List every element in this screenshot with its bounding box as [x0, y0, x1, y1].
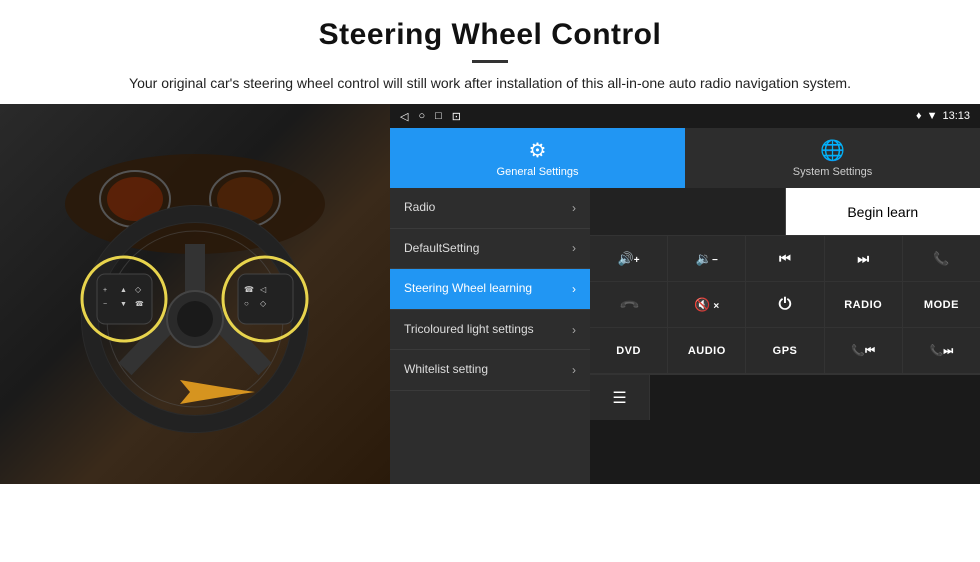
gps-label: GPS: [773, 345, 798, 357]
menu-item-radio[interactable]: Radio ›: [390, 188, 590, 229]
vol-down-icon: 🔉−: [696, 251, 718, 267]
phone-next-button[interactable]: 📞⏭: [903, 328, 980, 373]
dvd-label: DVD: [616, 345, 641, 357]
status-bar-right: ♦ ▼ 13:13: [916, 110, 970, 122]
car-image-panel: + − ▲ ▼ ◇ ☎ ☎ ◁ ○ ◇: [0, 104, 390, 484]
tab-system-label: System Settings: [793, 166, 872, 178]
menu-list: Radio › DefaultSetting › Steering Wheel …: [390, 188, 590, 484]
power-button[interactable]: ⏻: [746, 282, 824, 327]
page-title: Steering Wheel Control: [60, 18, 920, 52]
svg-text:▲: ▲: [120, 287, 127, 294]
dvd-button[interactable]: DVD: [590, 328, 668, 373]
tab-bar: ⚙ General Settings 🌐 System Settings: [390, 128, 980, 188]
content-area: Radio › DefaultSetting › Steering Wheel …: [390, 188, 980, 484]
phone-prev-icon: 📞⏮: [851, 344, 875, 358]
signal-icon: ▼: [927, 110, 938, 122]
location-icon: ♦: [916, 110, 922, 122]
phone-icon: 📞: [933, 251, 949, 267]
chevron-icon-tricoloured: ›: [572, 323, 576, 337]
prev-track-icon: ⏮: [779, 251, 791, 267]
svg-text:☎: ☎: [135, 300, 144, 308]
chevron-icon-steering: ›: [572, 282, 576, 296]
menu-item-steering-label: Steering Wheel learning: [404, 281, 567, 297]
power-icon: ⏻: [779, 296, 792, 314]
nav-home-icon[interactable]: ○: [418, 110, 425, 122]
control-panel: Begin learn 🔊+ 🔉− ⏮: [590, 188, 980, 484]
mode-button[interactable]: MODE: [903, 282, 980, 327]
hang-up-icon: 📞: [617, 293, 640, 316]
main-content: + − ▲ ▼ ◇ ☎ ☎ ◁ ○ ◇: [0, 104, 980, 484]
vol-up-icon: 🔊+: [618, 251, 640, 267]
menu-item-default-label: DefaultSetting: [404, 241, 567, 257]
menu-item-radio-label: Radio: [404, 200, 567, 216]
control-row-2: 📞 🔇 × ⏻ RADIO MODE: [590, 282, 980, 328]
general-settings-icon: ⚙: [529, 138, 547, 163]
list-icon-button[interactable]: ☰: [590, 375, 650, 420]
menu-item-whitelist-label: Whitelist setting: [404, 362, 567, 378]
mute-icon: 🔇 ×: [694, 297, 719, 313]
svg-text:▼: ▼: [120, 301, 127, 308]
begin-learn-row: Begin learn: [590, 188, 980, 236]
phone-prev-button[interactable]: 📞⏮: [825, 328, 903, 373]
gps-button[interactable]: GPS: [746, 328, 824, 373]
phone-next-icon: 📞⏭: [930, 344, 954, 358]
chevron-icon-radio: ›: [572, 201, 576, 215]
svg-text:◇: ◇: [135, 285, 142, 294]
tab-system-settings[interactable]: 🌐 System Settings: [685, 128, 980, 188]
audio-label: AUDIO: [688, 345, 726, 357]
svg-text:+: +: [103, 287, 107, 294]
nav-recents-icon[interactable]: □: [435, 110, 442, 122]
mode-label: MODE: [924, 299, 959, 311]
steering-wheel-svg: + − ▲ ▼ ◇ ☎ ☎ ◁ ○ ◇: [45, 144, 345, 444]
page-subtitle: Your original car's steering wheel contr…: [60, 73, 920, 94]
audio-button[interactable]: AUDIO: [668, 328, 746, 373]
status-bar-left: ◁ ○ □ ⊡: [400, 110, 461, 123]
svg-text:−: −: [103, 301, 107, 308]
svg-text:○: ○: [244, 299, 249, 308]
nav-back-icon[interactable]: ◁: [400, 110, 408, 123]
bottom-icon-row: ☰: [590, 374, 980, 420]
menu-item-default-setting[interactable]: DefaultSetting ›: [390, 229, 590, 270]
system-settings-icon: 🌐: [820, 138, 845, 163]
control-row-1: 🔊+ 🔉− ⏮ ⏭ 📞: [590, 236, 980, 282]
hang-up-button[interactable]: 📞: [590, 282, 668, 327]
tab-general-settings[interactable]: ⚙ General Settings: [390, 128, 685, 188]
page-wrapper: Steering Wheel Control Your original car…: [0, 0, 980, 562]
svg-text:◇: ◇: [260, 299, 267, 308]
menu-item-tricoloured[interactable]: Tricoloured light settings ›: [390, 310, 590, 351]
status-bar: ◁ ○ □ ⊡ ♦ ▼ 13:13: [390, 104, 980, 128]
phone-answer-button[interactable]: 📞: [903, 236, 980, 281]
menu-item-tricoloured-label: Tricoloured light settings: [404, 322, 567, 338]
vol-down-button[interactable]: 🔉−: [668, 236, 746, 281]
chevron-icon-whitelist: ›: [572, 363, 576, 377]
svg-text:☎: ☎: [244, 285, 254, 294]
nav-menu-icon[interactable]: ⊡: [452, 110, 461, 123]
title-divider: [472, 60, 508, 63]
control-row-3: DVD AUDIO GPS 📞⏮ 📞⏭: [590, 328, 980, 374]
chevron-icon-default: ›: [572, 241, 576, 255]
prev-track-button[interactable]: ⏮: [746, 236, 824, 281]
clock-display: 13:13: [942, 110, 970, 122]
car-image-bg: + − ▲ ▼ ◇ ☎ ☎ ◁ ○ ◇: [0, 104, 390, 484]
begin-learn-button[interactable]: Begin learn: [786, 188, 980, 235]
android-panel: ◁ ○ □ ⊡ ♦ ▼ 13:13 ⚙ General Settings: [390, 104, 980, 484]
begin-learn-empty-space: [590, 188, 786, 235]
menu-item-steering-wheel[interactable]: Steering Wheel learning ›: [390, 269, 590, 310]
radio-label: RADIO: [844, 299, 882, 311]
menu-item-whitelist[interactable]: Whitelist setting ›: [390, 350, 590, 391]
next-track-icon: ⏭: [857, 251, 869, 267]
page-header: Steering Wheel Control Your original car…: [0, 0, 980, 104]
tab-general-label: General Settings: [497, 166, 579, 178]
list-icon: ☰: [612, 388, 626, 408]
vol-up-button[interactable]: 🔊+: [590, 236, 668, 281]
mute-button[interactable]: 🔇 ×: [668, 282, 746, 327]
radio-button[interactable]: RADIO: [825, 282, 903, 327]
next-track-button[interactable]: ⏭: [825, 236, 903, 281]
svg-text:◁: ◁: [260, 285, 267, 294]
